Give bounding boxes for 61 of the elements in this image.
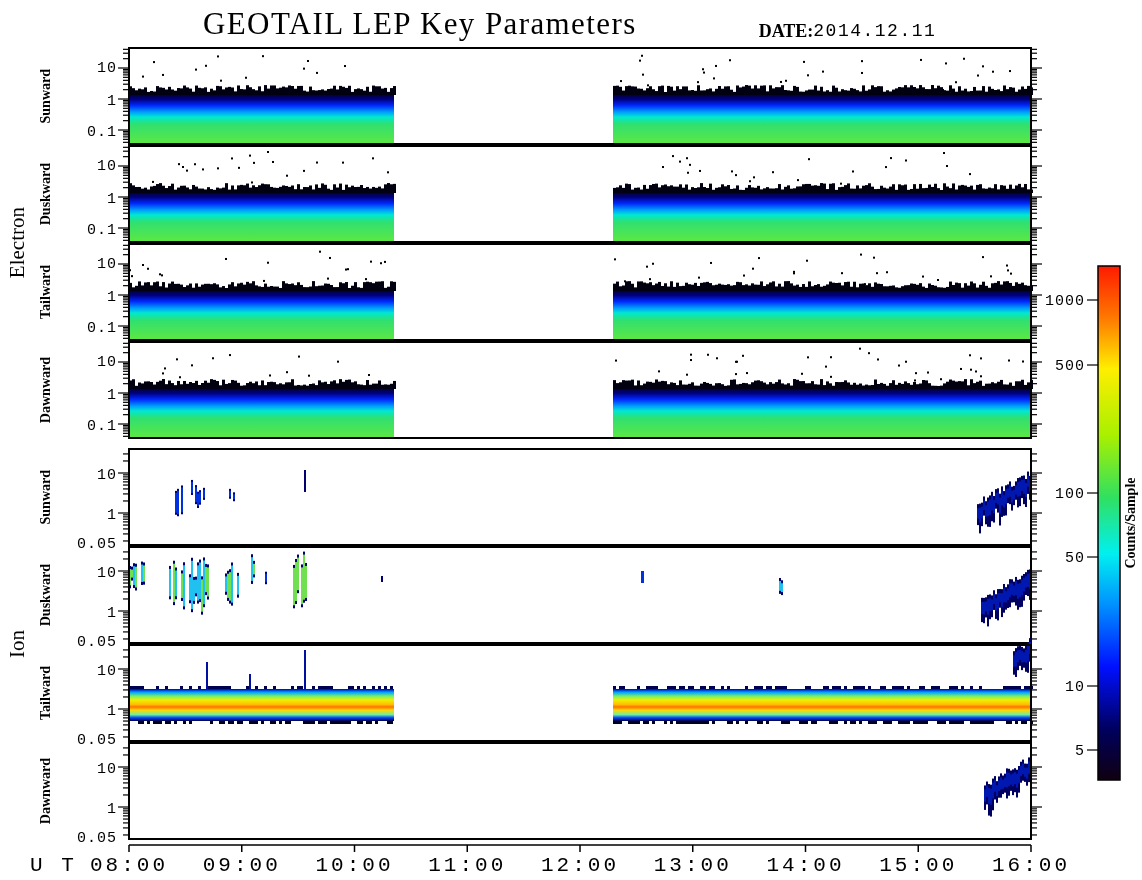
- axis-tick-label: 1: [107, 605, 117, 622]
- tick-mark: [1086, 492, 1099, 494]
- date-label: DATE:: [758, 22, 814, 43]
- tick-mark: [1086, 749, 1099, 751]
- axis-tick-label: 10: [97, 60, 117, 77]
- axis-tick-label: 10: [1065, 679, 1085, 696]
- axis-tick-label: 1: [107, 93, 117, 110]
- axis-tick-label: 10: [97, 565, 117, 582]
- axis-tick-label: 16:00: [992, 854, 1070, 877]
- axis-tick-label: 0.05: [77, 830, 117, 847]
- panel-label: Tailward: [38, 666, 54, 720]
- panel-label: Duskward: [38, 563, 54, 627]
- axis-tick-label: 10: [97, 467, 117, 484]
- tick-mark: [1086, 556, 1099, 558]
- axis-tick-label: 09:00: [202, 854, 281, 877]
- axis-tick-label: 0.1: [87, 320, 117, 337]
- axis-tick-label: 0.1: [87, 222, 117, 239]
- axis-tick-label: 10: [97, 256, 117, 273]
- axis-tick-label: 10: [97, 354, 117, 371]
- axis-tick-label: 1: [107, 191, 117, 208]
- tick-mark: [1086, 685, 1099, 687]
- panel-label: Sunward: [38, 469, 54, 525]
- axis-tick-label: 0.05: [77, 634, 117, 651]
- plot-title: GEOTAIL LEP Key Parameters: [203, 8, 637, 43]
- axis-tick-label: 1: [107, 801, 117, 818]
- panel-label: Dawnward: [38, 356, 54, 424]
- tick-mark: [1086, 364, 1099, 366]
- axis-tick-label: 13:00: [653, 854, 732, 877]
- panel-label: Dawnward: [38, 757, 54, 825]
- group-label: Electron: [4, 207, 30, 279]
- colorbar-title: Counts/Sample: [1123, 477, 1138, 569]
- axis-tick-label: 0.05: [77, 536, 117, 553]
- axis-tick-label: 0.1: [87, 418, 117, 435]
- axis-tick-label: 10: [97, 761, 117, 778]
- axis-tick-label: 0.05: [77, 732, 117, 749]
- axis-tick-label: 1: [107, 387, 117, 404]
- axis-tick-label: 10: [97, 663, 117, 680]
- panel-label: Tailward: [38, 265, 54, 319]
- panel-label: Sunward: [38, 68, 54, 124]
- axis-tick-label: 1: [107, 703, 117, 720]
- axis-tick-label: 5: [1075, 743, 1085, 760]
- axis-tick-label: 100: [1055, 486, 1085, 503]
- axis-tick-label: 50: [1065, 550, 1085, 567]
- axis-tick-label: 1: [107, 507, 117, 524]
- axis-tick-label: 1: [107, 289, 117, 306]
- panel-label: Duskward: [38, 162, 54, 226]
- axis-tick-label: 0.1: [87, 124, 117, 141]
- axis-tick-label: 11:00: [428, 854, 507, 877]
- axis-tick-label: 12:00: [541, 854, 619, 877]
- time-axis-label: U T: [30, 854, 77, 877]
- axis-tick-label: 08:00: [90, 854, 168, 877]
- axis-tick-label: 1000: [1045, 293, 1085, 310]
- group-label: Ion: [4, 630, 30, 658]
- spectrogram-drawing: [984, 757, 1032, 817]
- date-value: 2014.12.11: [813, 22, 937, 43]
- axis-tick-label: 10:00: [315, 854, 394, 877]
- axis-tick-label: 10: [97, 158, 117, 175]
- tick-mark: [1086, 299, 1099, 301]
- axis-tick-label: 15:00: [879, 854, 958, 877]
- axis-tick-label: 14:00: [766, 854, 845, 877]
- axis-tick-label: 500: [1055, 358, 1085, 375]
